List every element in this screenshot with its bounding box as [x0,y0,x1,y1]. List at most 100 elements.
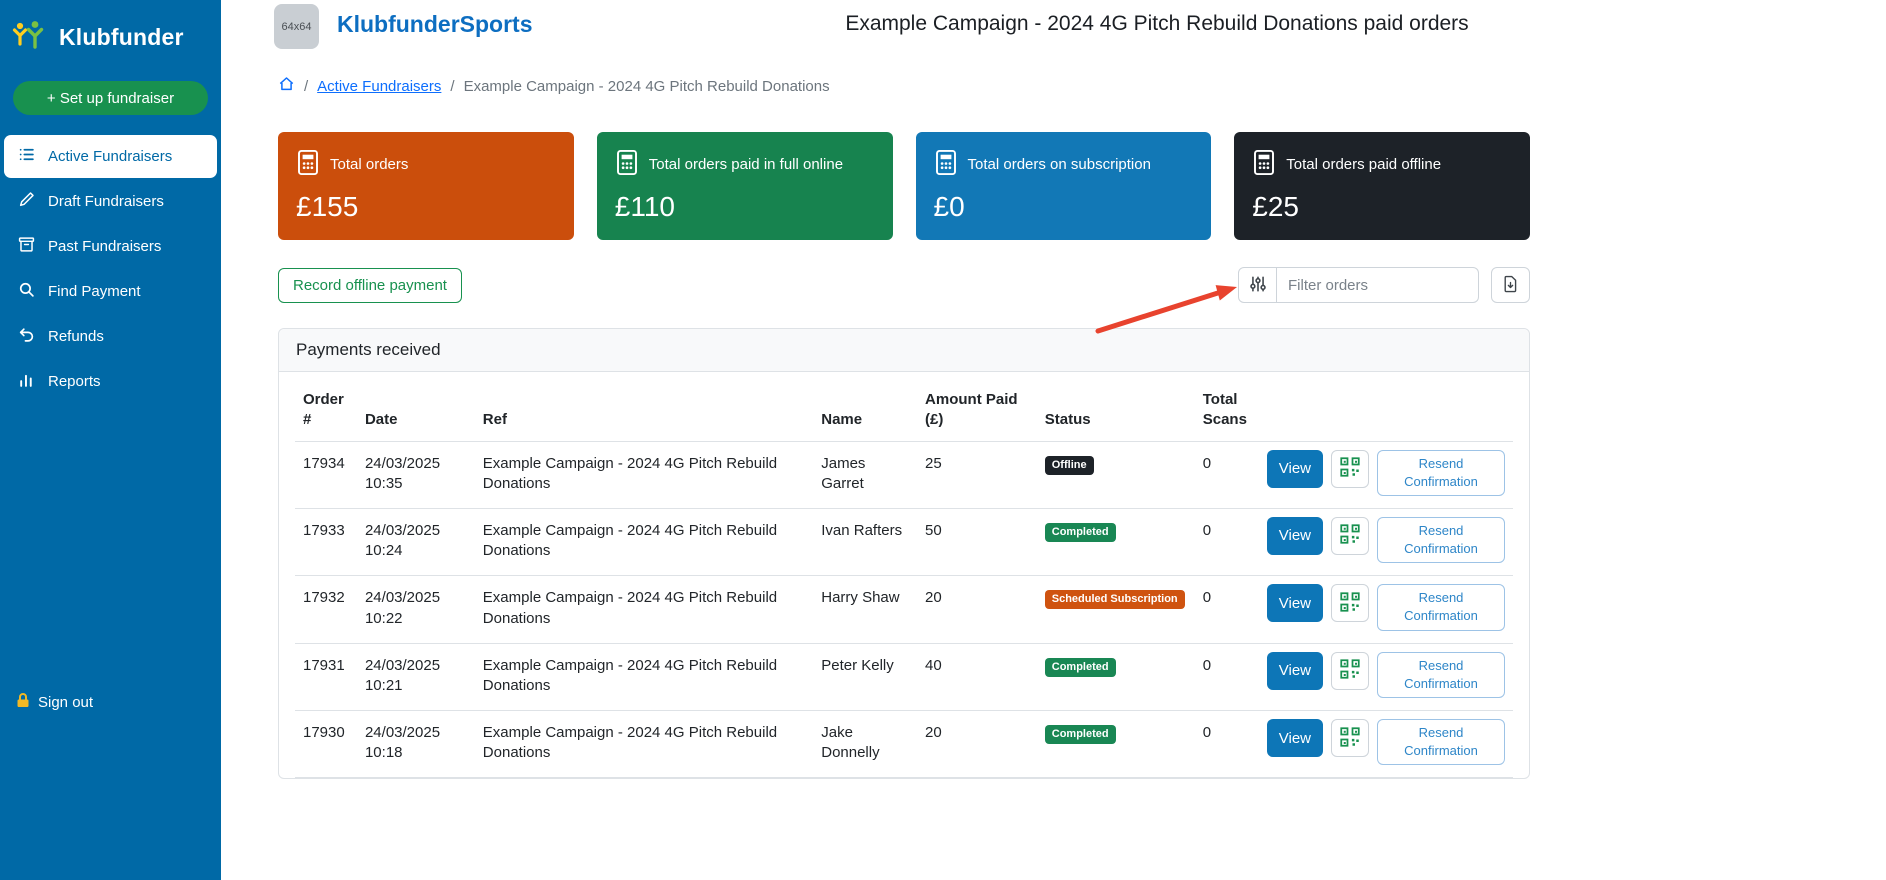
col-actions [1258,372,1513,442]
content-area: Total orders £155 Total orders paid in f… [278,132,1530,780]
view-button[interactable]: View [1266,719,1323,757]
qr-code-icon [1340,726,1360,750]
actions-cell: View Resend Confirmation [1258,710,1513,779]
setup-fundraiser-button[interactable]: + Set up fundraiser [13,81,208,115]
scans-cell: 0 [1194,441,1259,509]
sidebar-item-label: Refunds [48,328,104,345]
status-cell: Completed [1036,508,1195,577]
status-cell: Scheduled Subscription [1036,575,1195,644]
qr-code-button[interactable] [1331,516,1369,555]
list-icon [18,146,35,167]
resend-confirmation-button[interactable]: Resend Confirmation [1377,516,1505,564]
status-cell: Offline [1036,441,1195,509]
stat-value: £110 [614,191,675,222]
ref-cell: Example Campaign - 2024 4G Pitch Rebuild… [474,575,814,644]
export-button[interactable] [1491,267,1530,303]
breadcrumb-current: Example Campaign - 2024 4G Pitch Rebuild… [463,77,830,95]
view-button[interactable]: View [1266,449,1323,488]
table-row: 17933 24/03/2025 10:24 Example Campaign … [295,508,1513,577]
order-cell: 17933 [295,508,357,577]
calculator-icon [296,149,320,180]
stat-card-paid-online: Total orders paid in full online £110 [596,132,893,240]
actions-row: Record offline payment [278,267,1530,303]
sliders-icon [1249,275,1267,296]
stat-value: £25 [1252,191,1299,222]
date-cell: 24/03/2025 10:21 [356,643,475,712]
avatar: 64x64 [274,4,319,49]
resend-confirmation-button[interactable]: Resend Confirmation [1377,584,1505,631]
filter-orders-input[interactable] [1277,267,1479,303]
view-button[interactable]: View [1266,516,1323,555]
payments-card-title: Payments received [279,329,1529,372]
stats-row: Total orders £155 Total orders paid in f… [278,132,1530,240]
name-cell: Harry Shaw [813,575,918,644]
resend-confirmation-button[interactable]: Resend Confirmation [1377,719,1505,766]
bar-chart-icon [18,371,35,392]
sign-out-button[interactable]: Sign out [16,692,93,712]
sidebar-item-reports[interactable]: Reports [4,360,217,403]
scans-cell: 0 [1194,508,1259,577]
status-badge: Completed [1044,725,1116,744]
sidebar-item-label: Draft Fundraisers [48,193,164,210]
col-ref: Ref [474,372,814,442]
qr-code-button[interactable] [1331,449,1369,488]
sidebar-item-find-payment[interactable]: Find Payment [4,270,217,313]
stat-card-subscription: Total orders on subscription £0 [915,132,1212,240]
sidebar-item-refunds[interactable]: Refunds [4,315,217,358]
ref-cell: Example Campaign - 2024 4G Pitch Rebuild… [474,710,814,779]
resend-confirmation-button[interactable]: Resend Confirmation [1377,651,1505,698]
actions-cell: View Resend Confirmation [1258,441,1513,509]
main-content: 64x64 KlubfunderSports Example Campaign … [221,0,1886,880]
archive-icon [18,236,35,257]
name-cell: Jake Donnelly [813,710,918,779]
logo[interactable]: Klubfunder [0,0,221,67]
qr-code-icon [1340,457,1360,480]
table-row: 17931 24/03/2025 10:21 Example Campaign … [295,643,1513,712]
status-cell: Completed [1036,643,1195,712]
amount-cell: 40 [917,643,1037,712]
page-title: Example Campaign - 2024 4G Pitch Rebuild… [845,12,1469,35]
resend-confirmation-button[interactable]: Resend Confirmation [1377,449,1505,496]
record-offline-payment-button[interactable]: Record offline payment [278,267,462,303]
scans-cell: 0 [1194,575,1259,644]
stat-card-total-orders: Total orders £155 [278,132,574,240]
qr-code-button[interactable] [1331,719,1369,757]
sidebar-item-past-fundraisers[interactable]: Past Fundraisers [4,225,217,268]
view-button[interactable]: View [1266,651,1323,690]
actions-cell: View Resend Confirmation [1258,643,1513,712]
qr-code-icon [1340,592,1360,615]
lock-icon [16,692,30,712]
table-row: 17930 24/03/2025 10:18 Example Campaign … [295,710,1513,779]
sidebar-item-draft-fundraisers[interactable]: Draft Fundraisers [4,180,217,223]
sidebar-item-active-fundraisers[interactable]: Active Fundraisers [4,135,217,178]
amount-cell: 20 [917,575,1037,644]
undo-arrow-icon [18,326,35,347]
payments-table: Order # Date Ref Name Amount Paid (£) St… [295,372,1513,779]
status-cell: Completed [1036,710,1195,779]
status-badge: Offline [1044,455,1094,475]
date-cell: 24/03/2025 10:18 [356,710,475,779]
qr-code-button[interactable] [1331,651,1369,690]
status-badge: Completed [1044,522,1116,542]
org-name: KlubfunderSports [337,11,533,37]
view-button[interactable]: View [1266,584,1323,623]
sidebar-item-label: Find Payment [48,283,141,300]
table-row: 17932 24/03/2025 10:22 Example Campaign … [295,575,1513,644]
qr-code-button[interactable] [1331,584,1369,623]
sidebar-item-label: Active Fundraisers [48,148,173,165]
home-icon[interactable] [278,76,295,96]
date-cell: 24/03/2025 10:22 [356,575,475,644]
payments-card: Payments received Order # Date Ref Name … [278,328,1530,780]
filter-sliders-button[interactable] [1238,267,1277,303]
status-badge: Scheduled Subscription [1044,590,1185,610]
sidebar: Klubfunder + Set up fundraiser Active Fu… [0,0,221,880]
breadcrumb-link-active-fundraisers[interactable]: Active Fundraisers [317,78,441,95]
amount-cell: 50 [917,508,1037,577]
logo-text: Klubfunder [59,24,184,50]
ref-cell: Example Campaign - 2024 4G Pitch Rebuild… [474,643,814,712]
order-cell: 17930 [295,710,357,779]
breadcrumb-separator: / [304,77,309,95]
col-amount: Amount Paid (£) [917,372,1037,442]
sidebar-item-label: Past Fundraisers [48,238,162,255]
stat-label: Total orders on subscription [967,156,1151,173]
